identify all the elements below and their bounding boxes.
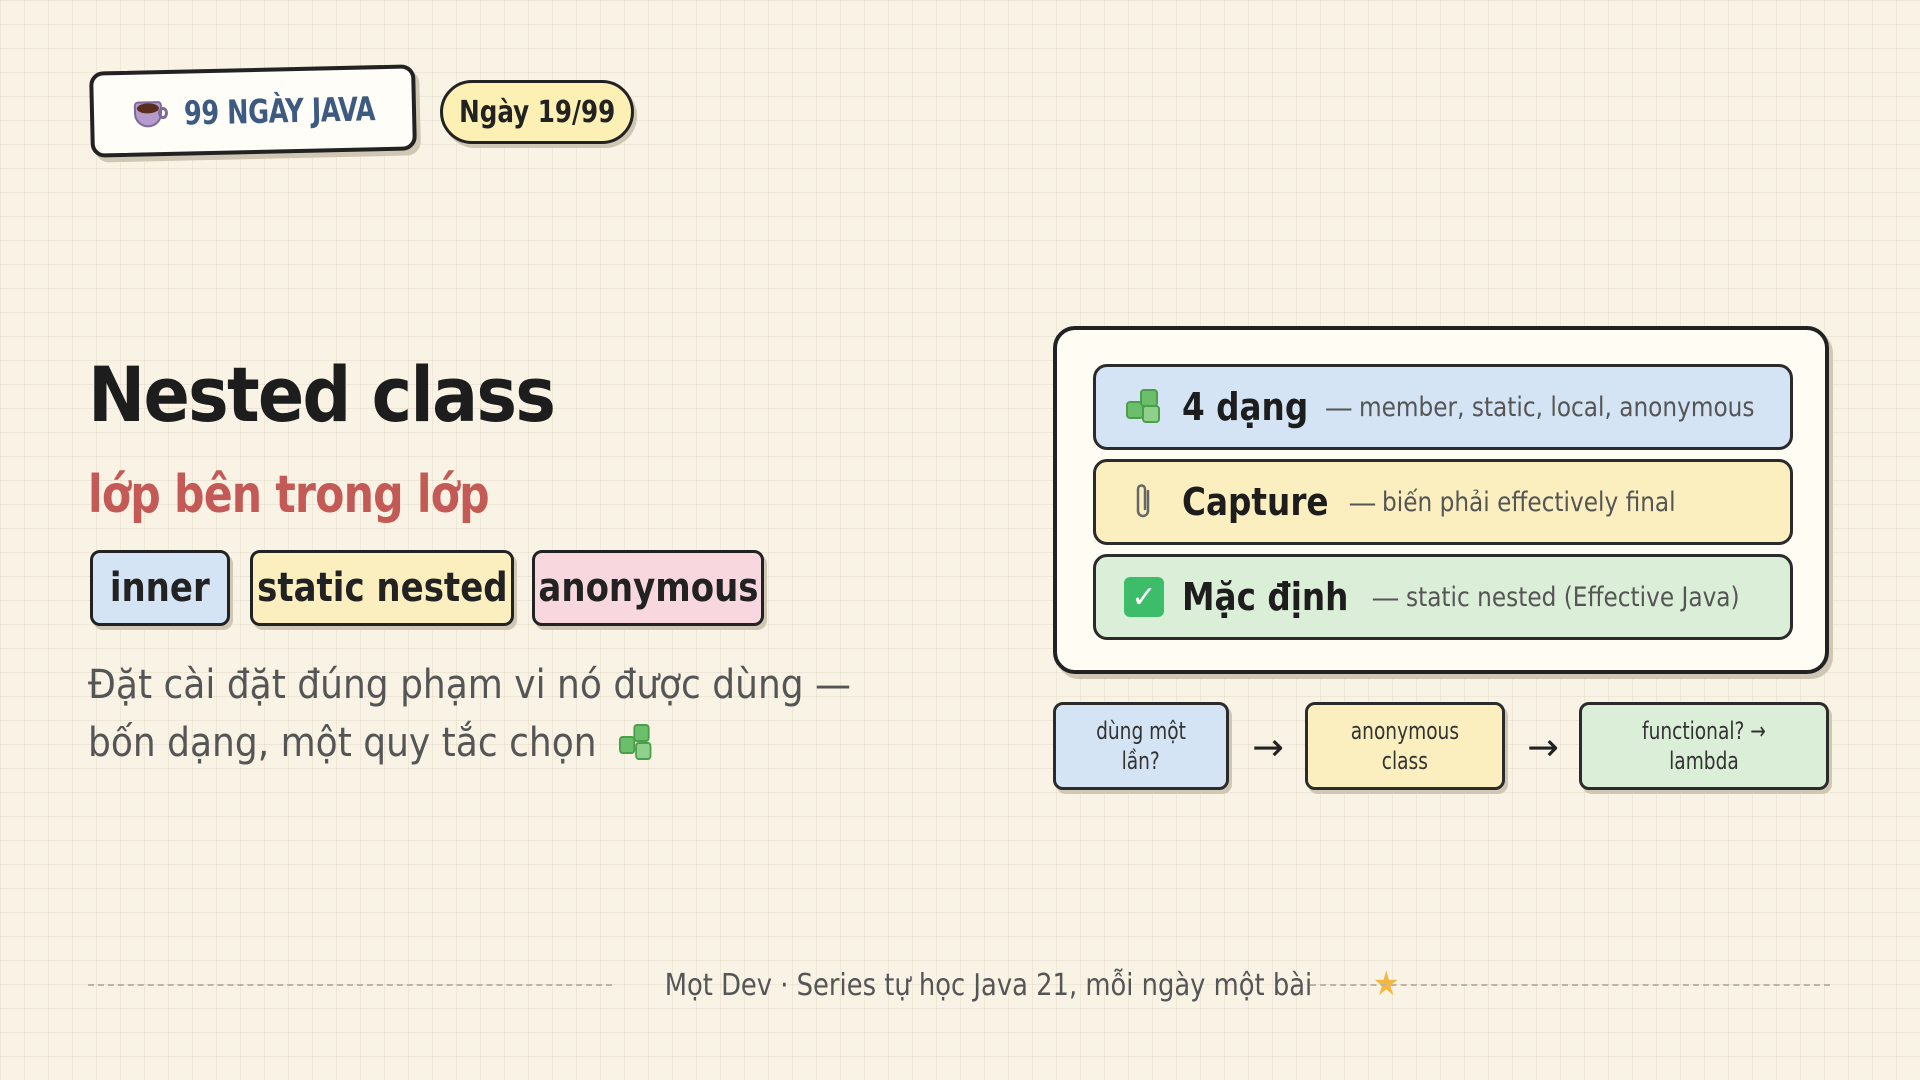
flow-step-line: lần? xyxy=(1121,747,1161,775)
card-row-default: ✓ Mặc định — static nested (Effective Ja… xyxy=(1093,554,1793,640)
flow-step-line: anonymous xyxy=(1350,717,1460,745)
card-row-forms: 4 dạng — member, static, local, anonymou… xyxy=(1093,364,1793,450)
card-row-detail: static nested (Effective Java) xyxy=(1405,581,1740,613)
footer-divider xyxy=(1310,984,1830,986)
description: Đặt cài đặt đúng phạm vi nó được dùng — … xyxy=(88,656,916,772)
flow-arrow-icon: → xyxy=(1252,725,1284,769)
flow-step-use-once: dùng một lần? xyxy=(1053,702,1229,790)
card-row-capture: Capture — biến phải effectively final xyxy=(1093,459,1793,545)
flow-step-line: functional? → xyxy=(1642,717,1766,745)
flow-step-anonymous-class: anonymous class xyxy=(1305,702,1505,790)
tag-label: anonymous xyxy=(537,565,759,611)
flow-step-line: dùng một xyxy=(1096,717,1186,745)
tag-label: inner xyxy=(110,565,210,611)
tag-anonymous: anonymous xyxy=(532,550,764,626)
card-row-detail: member, static, local, anonymous xyxy=(1358,391,1755,423)
day-badge: Ngày 19/99 xyxy=(440,80,634,144)
brand-badge: 99 NGÀY JAVA xyxy=(89,64,417,158)
card-row-label: Capture xyxy=(1182,480,1329,524)
card-row-separator: — xyxy=(1324,390,1353,424)
footer-divider xyxy=(88,984,612,986)
card-row-separator: — xyxy=(1371,580,1400,614)
tag-label: static nested xyxy=(256,565,508,611)
paperclip-icon xyxy=(1124,482,1164,522)
tag-static-nested: static nested xyxy=(250,550,514,626)
footer-text: Mọt Dev · Series tự học Java 21, mỗi ngà… xyxy=(664,968,1313,1003)
page-title: Nested class xyxy=(88,350,556,439)
page-subtitle: lớp bên trong lớp xyxy=(88,465,490,525)
description-text: Đặt cài đặt đúng phạm vi nó được dùng — … xyxy=(88,662,852,766)
footer: Mọt Dev · Series tự học Java 21, mỗi ngà… xyxy=(612,964,1400,1004)
card-row-detail: biến phải effectively final xyxy=(1382,486,1677,518)
tag-inner: inner xyxy=(90,550,230,626)
puzzle-piece-icon xyxy=(1124,387,1164,427)
card-row-separator: — xyxy=(1348,485,1377,519)
flow-arrow-icon: → xyxy=(1527,725,1559,769)
card-row-label: Mặc định xyxy=(1182,575,1349,619)
day-counter: Ngày 19/99 xyxy=(458,94,616,130)
flow-step-line: class xyxy=(1381,747,1429,775)
flow-step-line: lambda xyxy=(1669,747,1739,775)
check-mark-icon: ✓ xyxy=(1124,577,1164,617)
flow-step-lambda: functional? → lambda xyxy=(1579,702,1829,790)
coffee-cup-icon xyxy=(132,95,169,132)
card-row-label: 4 dạng xyxy=(1182,385,1309,429)
puzzle-piece-icon xyxy=(617,722,655,764)
brand-title: 99 NGÀY JAVA xyxy=(183,88,376,133)
info-card: 4 dạng — member, static, local, anonymou… xyxy=(1053,326,1829,674)
